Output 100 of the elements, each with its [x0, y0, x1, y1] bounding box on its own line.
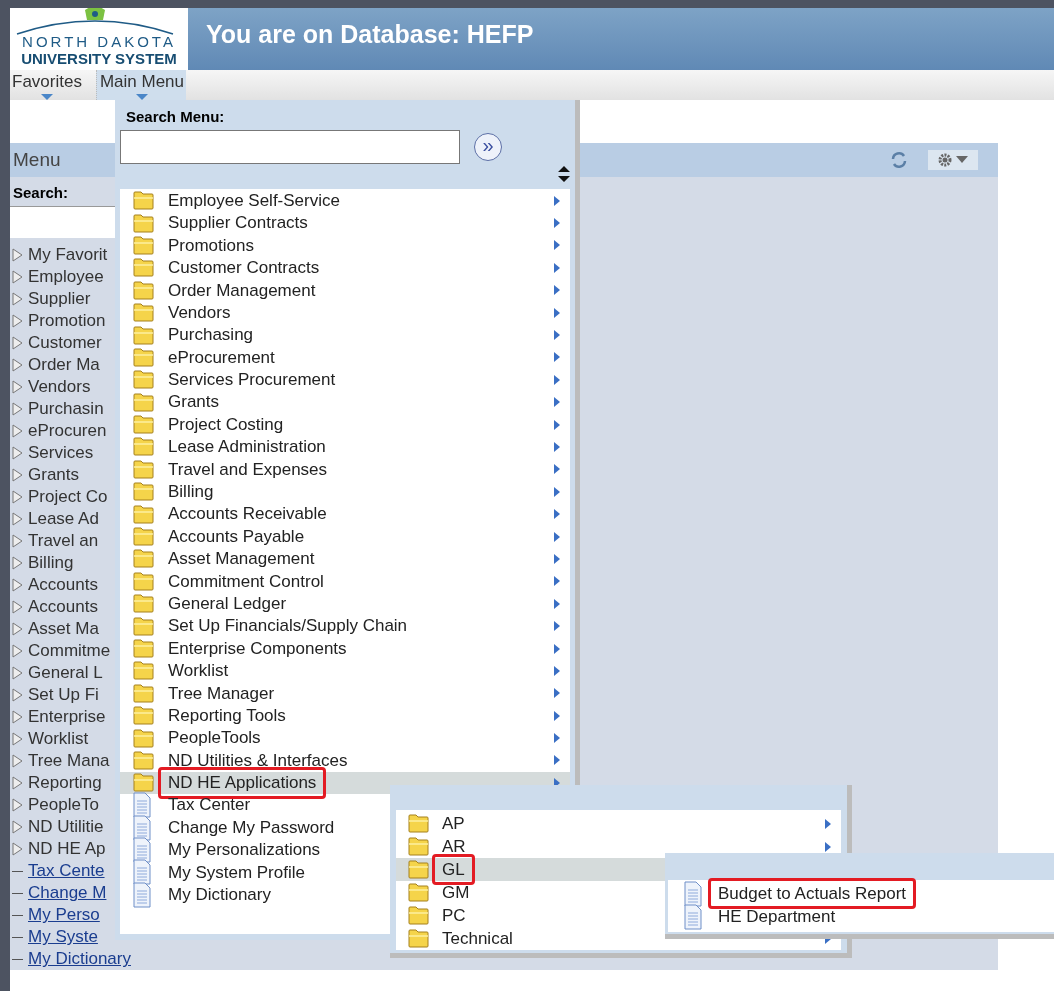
menu-item[interactable]: Billing — [120, 480, 570, 503]
search-label: Search: — [12, 182, 70, 203]
menu-item[interactable]: Purchasing — [120, 323, 570, 347]
folder-icon — [133, 392, 155, 412]
menu-item[interactable]: Reporting Tools — [120, 704, 570, 727]
menu-item[interactable]: AP — [396, 812, 841, 835]
document-icon — [684, 903, 702, 930]
folder-icon — [133, 370, 155, 390]
expand-icon[interactable] — [12, 336, 23, 350]
expand-icon[interactable] — [12, 842, 23, 856]
menu-item[interactable]: PeopleTools — [120, 726, 570, 750]
settings-button[interactable] — [928, 149, 978, 170]
folder-icon — [133, 728, 155, 748]
expand-icon[interactable] — [12, 710, 23, 724]
arrow-right-icon — [554, 464, 560, 475]
arrow-right-icon — [554, 262, 560, 273]
menu-item[interactable]: Enterprise Components — [120, 637, 570, 660]
expand-icon[interactable] — [12, 798, 23, 812]
expand-icon[interactable] — [12, 314, 23, 328]
folder-icon — [133, 504, 155, 524]
menu-item[interactable]: Commitment Control — [120, 570, 570, 593]
nav-tab[interactable]: Main Menu — [95, 70, 187, 100]
expand-icon[interactable] — [12, 578, 23, 592]
menu-item[interactable]: Lease Administration — [120, 435, 570, 459]
arrow-right-icon — [554, 419, 560, 430]
expand-icon[interactable] — [12, 534, 23, 548]
folder-icon — [408, 906, 430, 925]
search-go-button[interactable]: » — [474, 132, 502, 161]
arrow-right-icon — [554, 240, 560, 251]
menu-item[interactable]: Order Management — [120, 279, 570, 302]
menu-item[interactable]: Accounts Payable — [120, 525, 570, 548]
folder-icon — [408, 837, 430, 856]
menu-item[interactable]: Accounts Receivable — [120, 502, 570, 526]
menu-item[interactable]: HE Department — [668, 905, 1054, 928]
folder-icon — [133, 325, 155, 345]
expand-icon[interactable] — [12, 248, 23, 262]
document-icon — [133, 881, 151, 908]
expand-icon[interactable] — [12, 424, 23, 438]
expand-icon[interactable] — [12, 600, 23, 614]
menu-item[interactable]: Set Up Financials/Supply Chain — [120, 614, 570, 638]
arrow-right-icon — [554, 285, 560, 296]
expand-icon[interactable] — [12, 380, 23, 394]
folder-icon — [133, 347, 155, 367]
menu-item[interactable]: Worklist — [120, 659, 570, 683]
arrow-right-icon — [554, 397, 560, 408]
menu-item[interactable]: Employee Self-Service — [120, 189, 570, 212]
menu-item[interactable]: Supplier Contracts — [120, 211, 570, 235]
document-icon — [133, 859, 151, 886]
gear-icon — [938, 152, 952, 167]
menu-item[interactable]: Tree Manager — [120, 682, 570, 705]
menu-item[interactable]: Grants — [120, 391, 570, 414]
expand-icon[interactable] — [12, 644, 23, 658]
expand-icon[interactable] — [12, 292, 23, 306]
menu-item[interactable]: Vendors — [120, 301, 570, 324]
expand-icon[interactable] — [12, 446, 23, 460]
folder-icon — [133, 527, 155, 547]
refresh-icon[interactable] — [890, 150, 908, 169]
document-icon — [133, 792, 151, 819]
menu-item[interactable]: Travel and Expenses — [120, 458, 570, 481]
expand-icon[interactable] — [12, 820, 23, 834]
menu-item[interactable]: eProcurement — [120, 346, 570, 369]
expand-icon[interactable] — [12, 402, 23, 416]
menu-item[interactable]: ND Utilities & Interfaces — [120, 749, 570, 772]
menu-item[interactable]: General Ledger — [120, 592, 570, 615]
logo-text: UNIVERSITY SYSTEM — [21, 51, 177, 66]
folder-icon — [408, 929, 430, 948]
expand-icon[interactable] — [12, 754, 23, 768]
expand-icon[interactable] — [12, 666, 23, 680]
folder-icon — [133, 549, 155, 569]
expand-icon[interactable] — [12, 688, 23, 702]
folder-icon — [133, 459, 155, 479]
expand-icon[interactable] — [12, 468, 23, 482]
menu-item[interactable]: Customer Contracts — [120, 256, 570, 280]
arrow-right-icon — [554, 195, 560, 206]
pagelet-title: Menu — [13, 147, 61, 172]
arrow-right-icon — [554, 576, 560, 587]
sort-icon[interactable] — [558, 164, 570, 183]
expand-icon[interactable] — [12, 622, 23, 636]
expand-icon[interactable] — [12, 556, 23, 570]
caret-icon — [40, 94, 53, 100]
expand-icon[interactable] — [12, 732, 23, 746]
menu-item[interactable]: Asset Management — [120, 547, 570, 571]
expand-icon[interactable] — [12, 776, 23, 790]
expand-icon[interactable] — [12, 270, 23, 284]
menu-item[interactable]: Services Procurement — [120, 368, 570, 391]
folder-icon — [133, 437, 155, 457]
expand-icon[interactable] — [12, 358, 23, 372]
document-icon — [133, 837, 151, 864]
menu-item[interactable]: AR — [396, 835, 841, 858]
document-icon — [133, 814, 151, 841]
menu-item[interactable]: Project Costing — [120, 413, 570, 436]
document-icon — [684, 880, 702, 907]
folder-icon — [133, 191, 155, 211]
expand-icon[interactable] — [12, 512, 23, 526]
arrow-right-icon — [554, 710, 560, 721]
nav-tab[interactable]: Favorites — [10, 70, 84, 100]
expand-icon[interactable] — [12, 490, 23, 504]
search-field[interactable] — [10, 206, 116, 238]
search-menu-field[interactable] — [120, 129, 460, 164]
menu-item[interactable]: Promotions — [120, 234, 570, 257]
